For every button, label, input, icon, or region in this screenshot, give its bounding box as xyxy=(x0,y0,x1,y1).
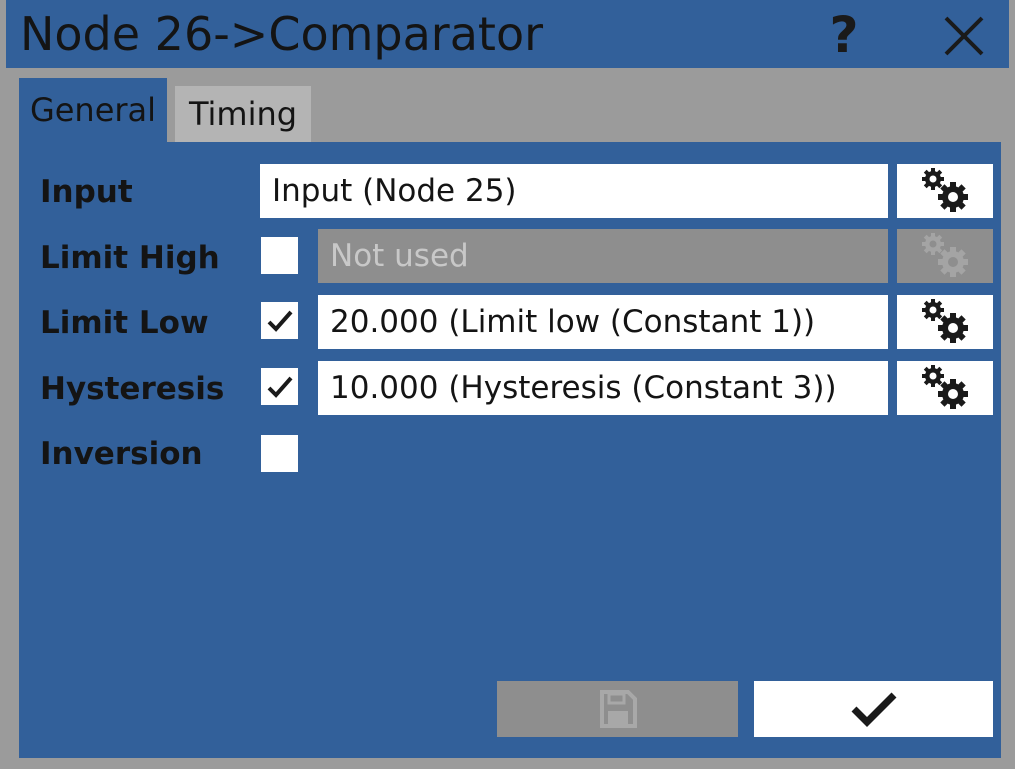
hysteresis-settings-button[interactable] xyxy=(897,361,993,415)
tab-general[interactable]: General xyxy=(19,78,167,142)
limit-low-field[interactable]: 20.000 (Limit low (Constant 1)) xyxy=(318,295,888,349)
tab-timing-label: Timing xyxy=(188,95,298,133)
help-button[interactable]: ? xyxy=(814,6,874,64)
help-icon: ? xyxy=(829,6,859,64)
tab-general-label: General xyxy=(29,91,157,129)
hysteresis-field[interactable]: 10.000 (Hysteresis (Constant 3)) xyxy=(318,361,888,415)
gears-icon xyxy=(922,365,968,409)
gears-icon xyxy=(922,233,968,277)
checkmark-icon xyxy=(267,376,292,398)
gears-icon xyxy=(922,299,968,343)
limit-low-checkbox[interactable] xyxy=(261,302,298,339)
inversion-label: Inversion xyxy=(40,436,203,472)
tab-timing[interactable]: Timing xyxy=(175,86,311,142)
checkmark-icon xyxy=(851,692,896,727)
hysteresis-label: Hysteresis xyxy=(40,371,225,407)
gears-icon xyxy=(922,168,968,212)
hysteresis-checkbox[interactable] xyxy=(261,368,298,405)
inversion-checkbox[interactable] xyxy=(261,435,298,472)
input-settings-button[interactable] xyxy=(897,164,993,218)
input-label: Input xyxy=(40,174,133,210)
save-icon xyxy=(599,690,637,728)
save-button xyxy=(497,681,738,737)
input-field[interactable]: Input (Node 25) xyxy=(260,164,888,218)
limit-high-checkbox[interactable] xyxy=(261,237,298,274)
limit-high-settings-button xyxy=(897,229,993,283)
limit-high-label: Limit High xyxy=(40,240,220,276)
close-icon xyxy=(944,16,984,56)
limit-low-settings-button[interactable] xyxy=(897,295,993,349)
ok-button[interactable] xyxy=(754,681,993,737)
title-bar: Node 26->Comparator ? xyxy=(6,0,1009,68)
checkmark-icon xyxy=(267,310,292,332)
limit-high-field: Not used xyxy=(318,229,888,283)
limit-low-label: Limit Low xyxy=(40,305,209,341)
close-button[interactable] xyxy=(936,8,992,64)
window-title: Node 26->Comparator xyxy=(20,7,544,61)
